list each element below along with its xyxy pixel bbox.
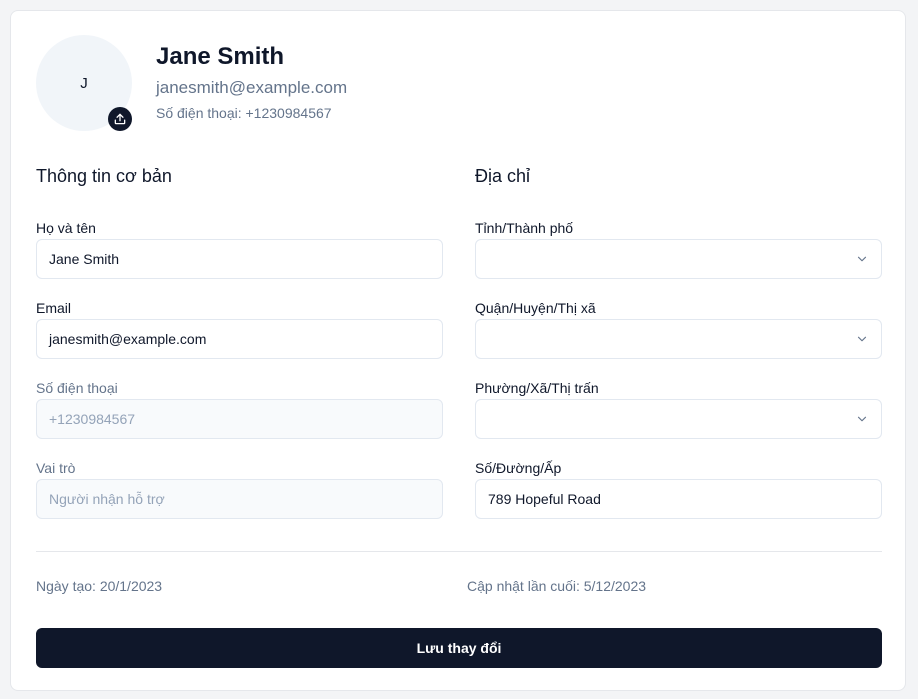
full-name-input[interactable]: Jane Smith [36,239,443,279]
full-name-value: Jane Smith [49,251,120,267]
profile-card: J Jane Smith janesmith@example.com Số đi… [10,10,906,691]
email-label: Email [36,300,72,316]
upload-icon [114,113,126,125]
district-label: Quận/Huyện/Thị xã [475,300,596,316]
save-button[interactable]: Lưu thay đổi [36,628,882,668]
profile-name: Jane Smith [156,43,285,70]
full-name-label: Họ và tên [36,220,96,236]
ward-select[interactable] [475,399,882,439]
address-title: Địa chỉ [475,166,531,186]
profile-email: janesmith@example.com [156,78,348,97]
updated-date: Cập nhật lần cuối: 5/12/2023 [467,578,647,594]
divider [36,551,882,552]
email-value: janesmith@example.com [49,331,207,347]
chevron-down-icon [855,252,869,266]
street-input[interactable]: 789 Hopeful Road [475,479,882,519]
chevron-down-icon [855,412,869,426]
province-select[interactable] [475,239,882,279]
phone-value: +1230984567 [49,411,136,427]
upload-avatar-button[interactable] [108,107,132,131]
ward-label: Phường/Xã/Thị trấn [475,380,599,396]
role-label: Vai trò [36,460,76,476]
district-select[interactable] [475,319,882,359]
email-input[interactable]: janesmith@example.com [36,319,443,359]
role-input: Người nhận hỗ trợ [36,479,443,519]
phone-input: +1230984567 [36,399,443,439]
province-label: Tỉnh/Thành phố [475,220,574,236]
basic-info-title: Thông tin cơ bản [36,166,172,186]
created-date: Ngày tạo: 20/1/2023 [36,578,163,594]
role-value: Người nhận hỗ trợ [49,491,165,507]
phone-label: Số điện thoại [36,380,118,396]
street-value: 789 Hopeful Road [488,491,601,507]
chevron-down-icon [855,332,869,346]
avatar-initial: J [80,74,88,92]
profile-phone: Số điện thoại: +1230984567 [156,105,332,121]
street-label: Số/Đường/Ấp [475,460,562,476]
